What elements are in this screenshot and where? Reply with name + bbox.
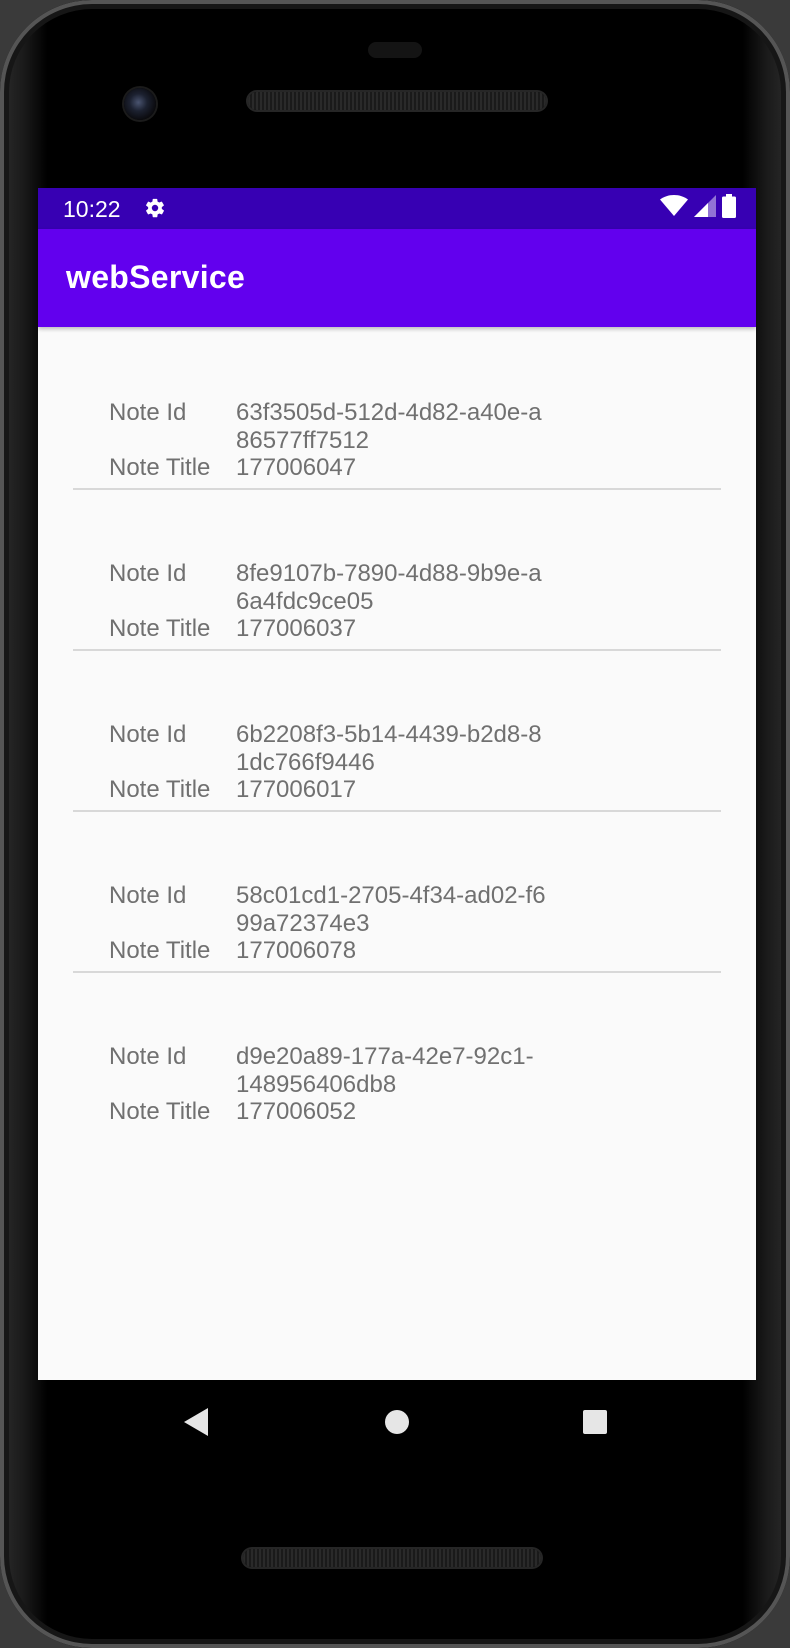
bottom-speaker — [243, 1549, 541, 1567]
list-item[interactable]: Note Id 58c01cd1-2705-4f34-ad02-f699a723… — [38, 810, 756, 971]
note-title-label: Note Title — [109, 615, 211, 642]
note-title-value: 177006052 — [236, 1098, 357, 1125]
note-id-value: 63f3505d-512d-4d82-a40e-a86577ff7512 — [236, 399, 542, 454]
wifi-icon — [660, 195, 688, 222]
app-screen: 10:22 webService Note Id 63f3505d-512d-4… — [38, 188, 756, 1380]
proximity-sensor — [368, 42, 422, 58]
back-icon — [184, 1408, 208, 1436]
back-button[interactable] — [174, 1400, 218, 1444]
list-item[interactable]: Note Id 63f3505d-512d-4d82-a40e-a86577ff… — [38, 327, 756, 488]
list-item[interactable]: Note Id d9e20a89-177a-42e7-92c1-14895640… — [38, 971, 756, 1132]
system-nav-bar — [38, 1380, 756, 1464]
front-camera-icon — [124, 88, 156, 120]
phone-frame: 10:22 webService Note Id 63f3505d-512d-4… — [0, 0, 790, 1648]
home-button[interactable] — [375, 1400, 419, 1444]
note-id-label: Note Id — [109, 399, 187, 426]
note-id-label: Note Id — [109, 882, 187, 909]
note-id-value: 58c01cd1-2705-4f34-ad02-f699a72374e3 — [236, 882, 546, 937]
note-id-value: 8fe9107b-7890-4d88-9b9e-a6a4fdc9ce05 — [236, 560, 542, 615]
app-bar: webService — [38, 229, 756, 327]
note-title-label: Note Title — [109, 776, 211, 803]
recents-button[interactable] — [573, 1400, 617, 1444]
cell-signal-icon — [694, 195, 716, 222]
battery-icon — [722, 194, 736, 223]
note-title-value: 177006017 — [236, 776, 357, 803]
note-id-value: d9e20a89-177a-42e7-92c1-148956406db8 — [236, 1043, 534, 1098]
list-item[interactable]: Note Id 6b2208f3-5b14-4439-b2d8-81dc766f… — [38, 649, 756, 810]
note-id-label: Note Id — [109, 721, 187, 748]
note-title-label: Note Title — [109, 937, 211, 964]
note-id-label: Note Id — [109, 1043, 187, 1070]
note-title-label: Note Title — [109, 454, 211, 481]
earpiece-speaker — [248, 92, 546, 110]
note-id-value: 6b2208f3-5b14-4439-b2d8-81dc766f9446 — [236, 721, 542, 776]
recents-icon — [583, 1410, 607, 1434]
status-icons — [660, 194, 736, 223]
note-id-label: Note Id — [109, 560, 187, 587]
notes-list[interactable]: Note Id 63f3505d-512d-4d82-a40e-a86577ff… — [38, 327, 756, 1132]
list-item[interactable]: Note Id 8fe9107b-7890-4d88-9b9e-a6a4fdc9… — [38, 488, 756, 649]
gear-icon — [144, 197, 166, 219]
note-title-value: 177006078 — [236, 937, 357, 964]
note-title-value: 177006047 — [236, 454, 357, 481]
app-title: webService — [66, 259, 246, 295]
home-icon — [385, 1410, 409, 1434]
status-time: 10:22 — [63, 196, 121, 222]
note-title-label: Note Title — [109, 1098, 211, 1125]
note-title-value: 177006037 — [236, 615, 357, 642]
status-bar: 10:22 — [38, 188, 756, 229]
